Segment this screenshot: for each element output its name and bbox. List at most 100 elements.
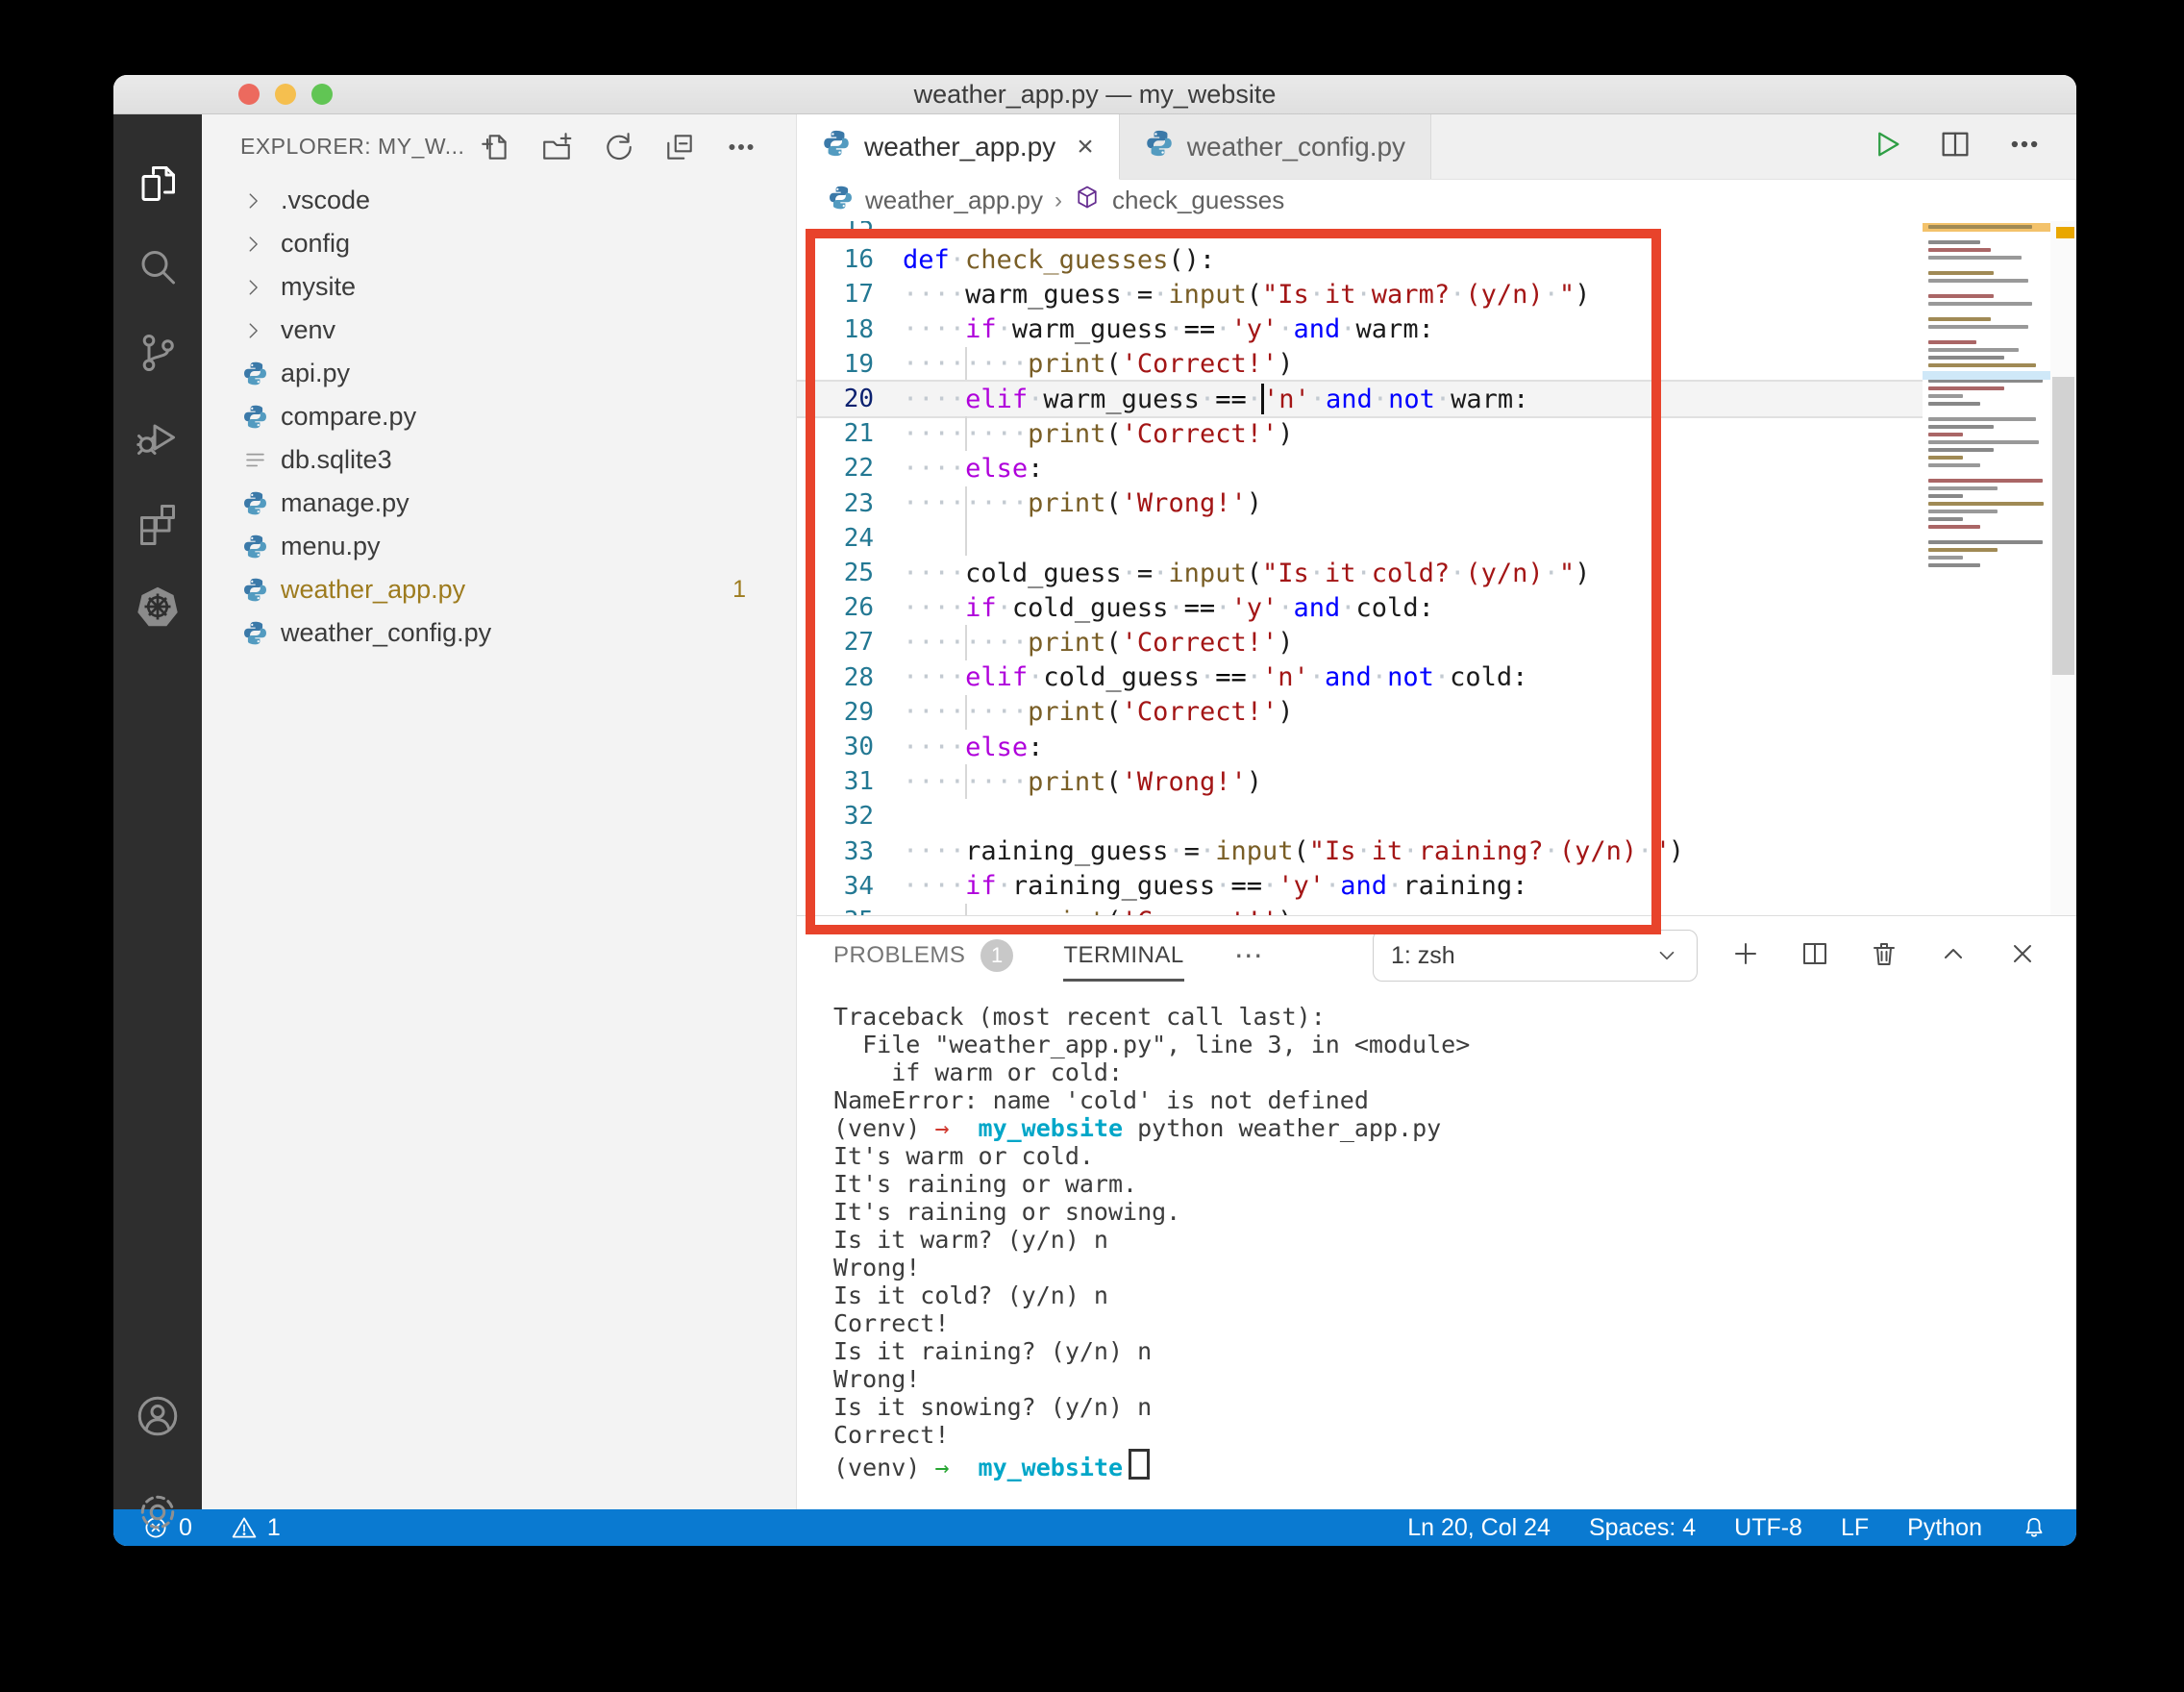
split-terminal-icon[interactable] — [1799, 938, 1830, 974]
code-line-34[interactable]: 34····if·raining_guess·==·'y'·and·rainin… — [797, 869, 2050, 904]
new-folder-icon[interactable] — [538, 129, 575, 165]
code-line-32[interactable]: 32 — [797, 799, 2050, 834]
titlebar[interactable]: weather_app.py — my_website — [113, 75, 2076, 114]
code-line-21[interactable]: 21········print('Correct!') — [797, 416, 2050, 451]
line-number: 25 — [797, 559, 874, 587]
main-area: EXPLORER: MY_W... .vscodeconfigmysiteven… — [113, 114, 2076, 1509]
code-line-22[interactable]: 22····else: — [797, 451, 2050, 485]
minimap-line — [1928, 317, 1991, 321]
sidebar-item-mysite[interactable]: mysite — [202, 265, 796, 309]
close-traffic-light[interactable] — [238, 84, 260, 105]
panel-tab-problems[interactable]: PROBLEMS1 — [833, 916, 1013, 995]
close-panel-icon[interactable] — [2007, 938, 2038, 974]
refresh-icon[interactable] — [600, 129, 636, 165]
line-number: 31 — [797, 767, 874, 796]
kill-terminal-icon[interactable] — [1869, 938, 1899, 974]
activity-bar-item-kubernetes[interactable] — [113, 564, 202, 649]
status-spaces-4[interactable]: Spaces: 4 — [1589, 1514, 1696, 1542]
tab-weather_config-py[interactable]: weather_config.py — [1120, 114, 1431, 179]
code-editor[interactable]: 1516def·check_guesses():17····warm_guess… — [797, 221, 2076, 915]
bottom-panel: PROBLEMS1 TERMINAL ⋯ 1: zsh Traceback (most… — [797, 915, 2076, 1509]
code-text: ········print('Correct!') — [903, 625, 1294, 659]
breadcrumb[interactable]: weather_app.py › check_guesses — [797, 180, 2076, 221]
split-editor-icon[interactable] — [1938, 127, 1973, 166]
line-number: 29 — [797, 698, 874, 727]
panel-more-icon[interactable]: ⋯ — [1234, 939, 1263, 973]
activity-bar-item-extensions[interactable] — [113, 480, 202, 564]
zoom-traffic-light[interactable] — [311, 84, 333, 105]
status-ln-20-col-24[interactable]: Ln 20, Col 24 — [1407, 1514, 1551, 1542]
code-line-35[interactable]: 35········print('Correct!') — [797, 904, 2050, 915]
more-actions-icon[interactable] — [2007, 127, 2042, 166]
account-icon — [135, 1393, 181, 1439]
more-icon[interactable] — [723, 129, 759, 165]
minimap-line — [1928, 463, 1980, 467]
status-python[interactable]: Python — [1907, 1514, 1982, 1542]
code-line-28[interactable]: 28····elif·cold_guess·==·'n'·and·not·col… — [797, 660, 2050, 695]
maximize-panel-icon[interactable] — [1938, 938, 1969, 974]
code-line-20[interactable]: 20····elif·warm_guess·==·'n'·and·not·war… — [797, 382, 2050, 416]
code-line-16[interactable]: 16def·check_guesses(): — [797, 242, 2050, 277]
sidebar-item--vscode[interactable]: .vscode — [202, 179, 796, 222]
line-number: 18 — [797, 315, 874, 344]
terminal-line: Is it snowing? (y/n) n — [833, 1393, 2076, 1421]
minimap-line — [1928, 456, 1963, 460]
sidebar-item-db-sqlite3[interactable]: db.sqlite3 — [202, 438, 796, 482]
code-line-29[interactable]: 29········print('Correct!') — [797, 695, 2050, 730]
shell-selector-dropdown[interactable]: 1: zsh — [1373, 930, 1698, 982]
code-line-26[interactable]: 26····if·cold_guess·==·'y'·and·cold: — [797, 590, 2050, 625]
code-line-31[interactable]: 31········print('Wrong!') — [797, 764, 2050, 799]
collapse-all-icon[interactable] — [661, 129, 698, 165]
code-line-17[interactable]: 17····warm_guess·=·input("Is·it·warm?·(y… — [797, 277, 2050, 311]
close-tab-icon[interactable]: × — [1077, 133, 1094, 162]
terminal-line: NameError: name 'cold' is not defined — [833, 1086, 2076, 1114]
sidebar-item-weather_config-py[interactable]: weather_config.py — [202, 611, 796, 655]
settings-icon — [135, 1489, 181, 1535]
activity-bar-item-settings[interactable] — [113, 1470, 202, 1546]
code-line-15[interactable]: 15 — [797, 221, 2050, 242]
file-label: venv — [281, 315, 796, 345]
file-label: db.sqlite3 — [281, 445, 796, 475]
status-utf-8[interactable]: UTF-8 — [1734, 1514, 1802, 1542]
run-python-file-icon[interactable] — [1869, 127, 1903, 166]
sidebar-item-manage-py[interactable]: manage.py — [202, 482, 796, 525]
new-file-icon[interactable] — [477, 129, 513, 165]
activity-bar-item-explorer[interactable] — [113, 141, 202, 226]
activity-bar-item-search[interactable] — [113, 226, 202, 311]
sidebar-item-api-py[interactable]: api.py — [202, 352, 796, 395]
breadcrumb-symbol[interactable]: check_guesses — [1112, 186, 1284, 215]
terminal-line: Is it raining? (y/n) n — [833, 1337, 2076, 1365]
sidebar-item-compare-py[interactable]: compare.py — [202, 395, 796, 438]
status-lf[interactable]: LF — [1841, 1514, 1869, 1542]
sidebar-item-menu-py[interactable]: menu.py — [202, 525, 796, 568]
activity-bar-item-source-control[interactable] — [113, 311, 202, 395]
activity-bar-item-account[interactable] — [113, 1374, 202, 1458]
chevron-right-icon — [242, 234, 275, 255]
code-line-33[interactable]: 33····raining_guess·=·input("Is·it·raini… — [797, 834, 2050, 869]
code-line-27[interactable]: 27········print('Correct!') — [797, 625, 2050, 659]
new-terminal-icon[interactable] — [1730, 938, 1761, 974]
minimap-line — [1928, 402, 1980, 406]
vscode-window: weather_app.py — my_website EXPLORER: MY… — [113, 75, 2076, 1546]
notifications-button[interactable] — [2021, 1514, 2048, 1541]
activity-bar-item-run-debug[interactable] — [113, 395, 202, 480]
panel-tab-terminal[interactable]: TERMINAL — [1063, 916, 1183, 995]
status-warnings[interactable]: 1 — [231, 1514, 281, 1542]
sidebar-item-config[interactable]: config — [202, 222, 796, 265]
code-line-25[interactable]: 25····cold_guess·=·input("Is·it·cold?·(y… — [797, 556, 2050, 590]
minimap[interactable] — [1923, 221, 2050, 915]
sidebar-item-venv[interactable]: venv — [202, 309, 796, 352]
code-line-19[interactable]: 19········print('Correct!') — [797, 347, 2050, 382]
terminal-output[interactable]: Traceback (most recent call last): File … — [797, 995, 2076, 1509]
file-label: manage.py — [281, 488, 796, 518]
editor-scrollbar[interactable] — [2050, 221, 2076, 915]
code-line-23[interactable]: 23········print('Wrong!') — [797, 486, 2050, 521]
code-line-30[interactable]: 30····else: — [797, 730, 2050, 764]
sidebar-item-weather_app-py[interactable]: weather_app.py1 — [202, 568, 796, 611]
code-line-18[interactable]: 18····if·warm_guess·==·'y'·and·warm: — [797, 312, 2050, 347]
breadcrumb-file[interactable]: weather_app.py — [865, 186, 1043, 215]
minimize-traffic-light[interactable] — [275, 84, 296, 105]
code-line-24[interactable]: 24 — [797, 521, 2050, 556]
scrollbar-thumb[interactable] — [2052, 377, 2074, 675]
tab-weather_app-py[interactable]: weather_app.py× — [797, 114, 1120, 180]
